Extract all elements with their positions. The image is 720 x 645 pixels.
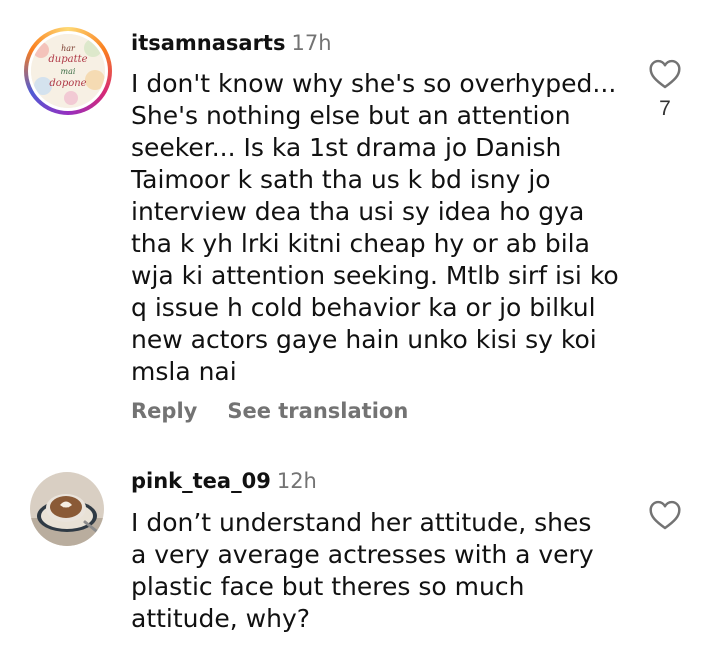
avatar: har dupatte mai dopone xyxy=(31,34,105,108)
comment-text: I don’t understand her attitude, shes a … xyxy=(131,508,594,633)
username-line: itsamnasarts 17h xyxy=(131,31,332,55)
avatar-text-2: dupatte xyxy=(48,54,87,65)
heart-outline-icon[interactable] xyxy=(648,59,682,89)
comment-actions: Reply See translation xyxy=(131,399,408,423)
avatar-text-1: har xyxy=(61,44,76,53)
avatar-text-3: mai xyxy=(61,67,76,76)
timestamp: 17h xyxy=(291,31,332,55)
like-count: 7 xyxy=(659,97,671,120)
username[interactable]: pink_tea_09 xyxy=(131,469,271,493)
username-line: pink_tea_09 12h xyxy=(131,469,317,493)
see-translation-button[interactable]: See translation xyxy=(227,399,408,423)
like-control xyxy=(648,500,682,530)
avatar-text-4: dopone xyxy=(49,78,86,89)
comment-text: I don't know why she's so overhyped... S… xyxy=(131,69,619,386)
timestamp: 12h xyxy=(276,469,317,493)
avatar[interactable] xyxy=(30,472,104,546)
coffee-cup-avatar-icon xyxy=(30,472,104,546)
heart-outline-icon[interactable] xyxy=(648,500,682,530)
avatar-art-icon: har dupatte mai dopone xyxy=(31,34,105,108)
avatar-story-ring[interactable]: har dupatte mai dopone xyxy=(24,27,112,115)
username[interactable]: itsamnasarts xyxy=(131,31,285,55)
like-control: 7 xyxy=(648,59,682,121)
reply-button[interactable]: Reply xyxy=(131,399,197,423)
